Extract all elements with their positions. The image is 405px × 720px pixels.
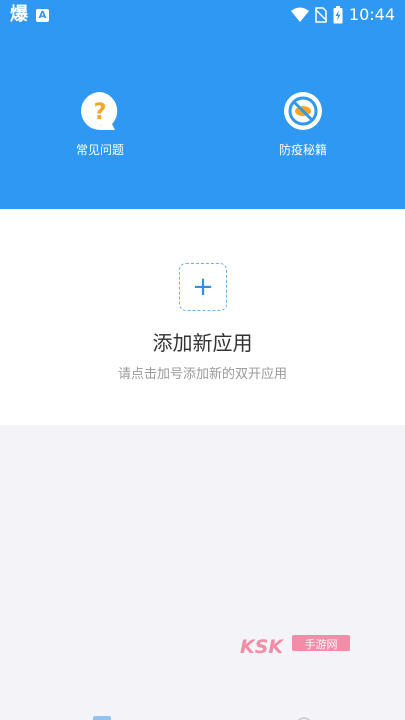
plus-icon: + bbox=[192, 272, 214, 302]
bottom-nav bbox=[0, 710, 405, 720]
status-bar: 爆 A 10:44 bbox=[0, 0, 405, 30]
wifi-icon bbox=[290, 7, 309, 22]
battery-charging-icon bbox=[333, 6, 343, 24]
add-app-title: 添加新应用 bbox=[152, 331, 253, 355]
watermark-logo: KSK 手游网 bbox=[240, 635, 350, 658]
question-bubble-icon: ? bbox=[81, 92, 118, 130]
add-app-hint: 请点击加号添加新的双开应用 bbox=[117, 367, 287, 382]
add-app-section: + 添加新应用 请点击加号添加新的双开应用 bbox=[0, 209, 405, 425]
watermark-brand: KSK bbox=[240, 636, 284, 658]
watermark-text: 手游网 bbox=[305, 637, 338, 651]
app-notification-icon: 爆 bbox=[10, 4, 28, 25]
faq-label: 常见问题 bbox=[75, 143, 124, 157]
no-sim-icon bbox=[314, 7, 327, 23]
profile-tab-icon[interactable] bbox=[295, 716, 313, 720]
no-virus-icon bbox=[284, 92, 322, 130]
notification-badge-icon: A bbox=[36, 8, 49, 22]
epidemic-guide-label: 防疫秘籍 bbox=[278, 143, 327, 157]
header-actions: ? 常见问题 防疫秘籍 bbox=[0, 90, 405, 170]
home-tab-icon[interactable] bbox=[93, 716, 111, 720]
epidemic-guide-button[interactable]: 防疫秘籍 bbox=[243, 90, 363, 158]
faq-button[interactable]: ? 常见问题 bbox=[40, 90, 160, 158]
svg-text:?: ? bbox=[94, 100, 107, 125]
status-time: 10:44 bbox=[348, 5, 395, 24]
add-app-button[interactable]: + bbox=[179, 263, 227, 311]
